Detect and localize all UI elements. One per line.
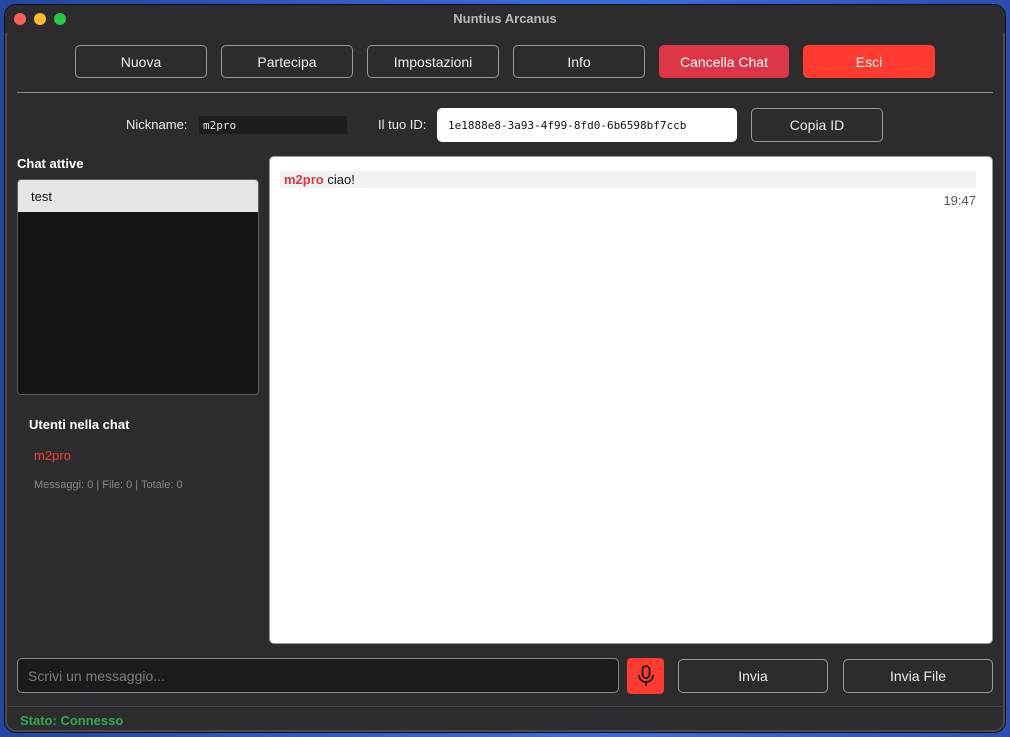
new-chat-button[interactable]: Nuova	[75, 45, 207, 78]
app-window: Nuntius Arcanus Nuova Partecipa Impostaz…	[5, 5, 1005, 732]
settings-button[interactable]: Impostazioni	[367, 45, 499, 78]
microphone-button[interactable]	[627, 658, 664, 694]
user-id-field[interactable]: 1e1888e8-3a93-4f99-8fd0-6b6598bf7ccb	[437, 108, 737, 142]
chat-stats: Messaggi: 0 | File: 0 | Totale: 0	[34, 479, 183, 491]
chat-users-title: Utenti nella chat	[29, 417, 130, 432]
nickname-label: Nickname:	[126, 117, 188, 132]
active-chats-list[interactable]: test	[17, 179, 259, 395]
message-timestamp: 19:47	[943, 193, 976, 208]
info-button[interactable]: Info	[513, 45, 645, 78]
chat-list-item[interactable]: test	[18, 180, 258, 212]
status-divider	[5, 706, 1005, 707]
window-title: Nuntius Arcanus	[453, 11, 557, 26]
message-text: ciao!	[327, 172, 355, 187]
id-label: Il tuo ID:	[378, 117, 427, 132]
exit-button[interactable]: Esci	[803, 45, 935, 78]
join-chat-button[interactable]: Partecipa	[221, 45, 353, 78]
message-input[interactable]	[17, 658, 619, 693]
send-file-button[interactable]: Invia File	[843, 659, 993, 693]
active-chats-title: Chat attive	[17, 156, 84, 171]
message-author: m2pro	[284, 172, 324, 187]
title-bar[interactable]: Nuntius Arcanus	[5, 5, 1005, 33]
connection-status: Stato: Connesso	[20, 713, 124, 728]
send-button[interactable]: Invia	[678, 659, 828, 693]
nickname-input[interactable]	[199, 116, 347, 134]
message-area[interactable]: m2pro ciao! 19:47	[269, 156, 993, 644]
microphone-icon	[637, 665, 654, 686]
delete-chat-button[interactable]: Cancella Chat	[659, 45, 789, 78]
copy-id-button[interactable]: Copia ID	[751, 108, 883, 142]
chat-user-item: m2pro	[34, 448, 71, 463]
toolbar-divider	[17, 92, 993, 93]
message-item: m2pro ciao!	[280, 171, 976, 188]
